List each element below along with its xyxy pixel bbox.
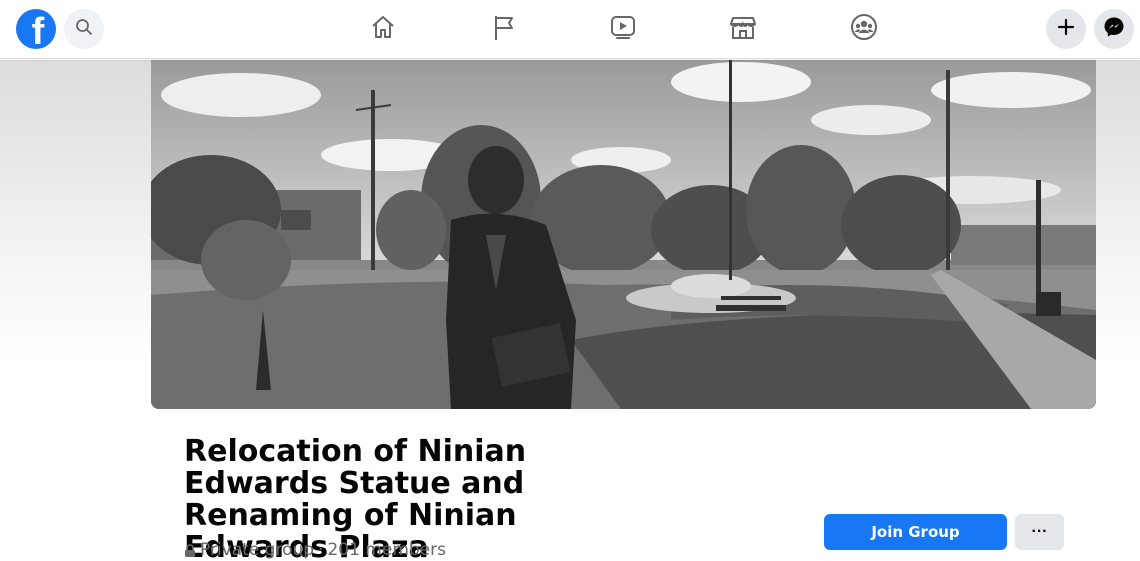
create-plus-icon — [1057, 18, 1075, 41]
group-meta: Private group · 201 members — [184, 540, 446, 560]
group-cover-photo — [151, 60, 1096, 409]
top-navigation-bar: f — [0, 0, 1140, 59]
facebook-logo[interactable]: f — [16, 9, 56, 49]
facebook-logo-letter: f — [31, 11, 45, 49]
watch-video-icon — [609, 14, 637, 45]
nav-pages[interactable] — [489, 14, 519, 44]
more-options-button[interactable]: ··· — [1015, 514, 1064, 550]
marketplace-icon — [729, 14, 757, 45]
messenger-button[interactable] — [1094, 9, 1134, 49]
nav-groups[interactable] — [849, 13, 879, 46]
join-group-button[interactable]: Join Group — [824, 514, 1007, 550]
lock-icon — [184, 543, 196, 557]
group-privacy[interactable]: Private group — [200, 540, 314, 560]
search-button[interactable] — [64, 9, 104, 49]
meta-separator: · — [318, 540, 324, 560]
messenger-icon — [1103, 16, 1125, 43]
nav-marketplace[interactable] — [728, 14, 758, 44]
search-icon — [75, 18, 93, 41]
group-member-count[interactable]: 201 members — [327, 540, 446, 560]
pages-flag-icon — [491, 13, 517, 46]
groups-icon — [850, 13, 878, 46]
nav-watch[interactable] — [608, 14, 638, 44]
home-icon — [370, 14, 396, 45]
create-button[interactable] — [1046, 9, 1086, 49]
nav-home[interactable] — [368, 14, 398, 44]
